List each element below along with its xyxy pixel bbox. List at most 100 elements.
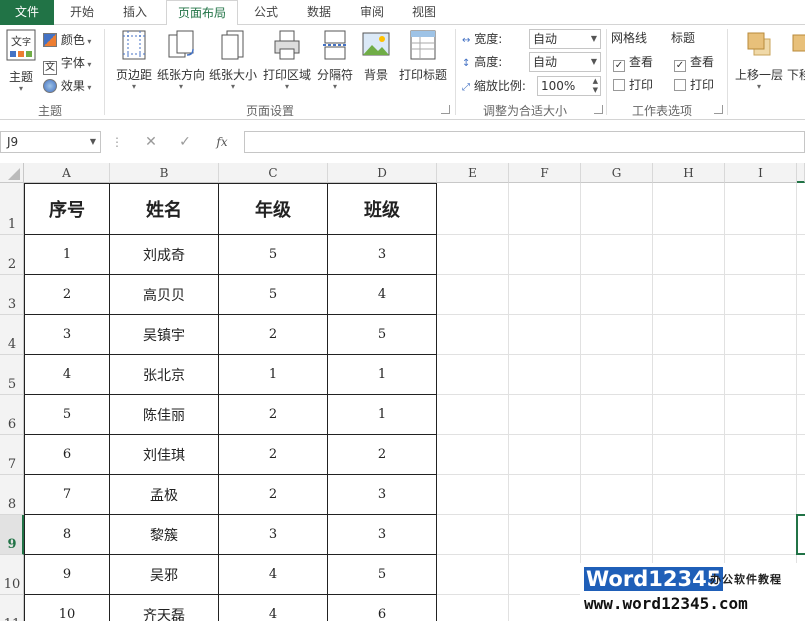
table-cell[interactable]: 张北京 bbox=[110, 355, 219, 395]
theme-colors-button[interactable]: 颜色 ▾ bbox=[43, 30, 91, 50]
table-cell[interactable]: 5 bbox=[328, 555, 437, 595]
column-header-h[interactable]: H bbox=[653, 163, 725, 183]
width-select[interactable]: 自动 ▼ bbox=[529, 29, 601, 49]
table-cell[interactable]: 2 bbox=[219, 395, 328, 435]
margins-button[interactable]: 页边距 ▾ bbox=[112, 29, 156, 91]
table-cell[interactable]: 刘佳琪 bbox=[110, 435, 219, 475]
dialog-launcher-icon[interactable] bbox=[441, 105, 450, 114]
table-cell[interactable]: 2 bbox=[24, 275, 110, 315]
table-cell[interactable]: 3 bbox=[24, 315, 110, 355]
tab-view[interactable]: 视图 bbox=[402, 0, 446, 25]
row-header-5[interactable]: 5 bbox=[0, 355, 24, 395]
table-cell[interactable]: 吴邪 bbox=[110, 555, 219, 595]
tab-file[interactable]: 文件 bbox=[0, 0, 54, 25]
table-cell[interactable]: 3 bbox=[328, 515, 437, 555]
headings-view-checkbox[interactable]: ✓ 查看 bbox=[674, 52, 714, 72]
table-cell[interactable]: 高贝贝 bbox=[110, 275, 219, 315]
dialog-launcher-icon[interactable] bbox=[714, 105, 723, 114]
tab-data[interactable]: 数据 bbox=[296, 0, 342, 25]
page-size-button[interactable]: 纸张大小 ▾ bbox=[208, 29, 258, 91]
table-cell[interactable]: 7 bbox=[24, 475, 110, 515]
row-header-2[interactable]: 2 bbox=[0, 235, 24, 275]
enter-icon[interactable]: ✓ bbox=[172, 131, 198, 153]
background-button[interactable]: 背景 bbox=[358, 29, 394, 83]
select-all-corner[interactable] bbox=[0, 163, 24, 183]
table-cell[interactable]: 3 bbox=[328, 475, 437, 515]
table-cell[interactable]: 4 bbox=[24, 355, 110, 395]
orientation-button[interactable]: 纸张方向 ▾ bbox=[156, 29, 206, 91]
row-header-9[interactable]: 9 bbox=[0, 515, 24, 555]
table-cell[interactable]: 孟极 bbox=[110, 475, 219, 515]
tab-home[interactable]: 开始 bbox=[60, 0, 104, 25]
bring-forward-button[interactable]: 上移一层 ▾ bbox=[733, 29, 785, 91]
insert-function-icon[interactable]: fx bbox=[206, 131, 238, 153]
table-cell[interactable]: 4 bbox=[328, 275, 437, 315]
row-header-11[interactable]: 11 bbox=[0, 595, 24, 621]
print-area-button[interactable]: 打印区域 ▾ bbox=[260, 29, 314, 91]
table-cell[interactable]: 吴镇宇 bbox=[110, 315, 219, 355]
table-cell[interactable]: 2 bbox=[219, 435, 328, 475]
table-cell[interactable]: 2 bbox=[219, 475, 328, 515]
row-header-6[interactable]: 6 bbox=[0, 395, 24, 435]
table-cell[interactable]: 3 bbox=[328, 235, 437, 275]
name-box[interactable]: J9 ▼ bbox=[0, 131, 101, 153]
table-cell[interactable]: 3 bbox=[219, 515, 328, 555]
table-cell[interactable]: 4 bbox=[219, 555, 328, 595]
table-cell[interactable]: 齐天磊 bbox=[110, 595, 219, 621]
table-cell[interactable]: 10 bbox=[24, 595, 110, 621]
worksheet-grid[interactable]: ABCDEFGHI1234567891011序号姓名年级班级1刘成奇532高贝贝… bbox=[0, 163, 805, 621]
table-cell[interactable]: 1 bbox=[328, 355, 437, 395]
table-cell[interactable]: 5 bbox=[24, 395, 110, 435]
table-cell[interactable]: 4 bbox=[219, 595, 328, 621]
headings-print-checkbox[interactable]: 打印 bbox=[674, 75, 714, 95]
column-header-b[interactable]: B bbox=[110, 163, 219, 183]
dialog-launcher-icon[interactable] bbox=[594, 105, 603, 114]
table-cell[interactable]: 5 bbox=[219, 275, 328, 315]
row-header-1[interactable]: 1 bbox=[0, 183, 24, 235]
table-cell[interactable]: 陈佳丽 bbox=[110, 395, 219, 435]
column-header-d[interactable]: D bbox=[328, 163, 437, 183]
table-cell[interactable]: 5 bbox=[328, 315, 437, 355]
tab-page-layout[interactable]: 页面布局 bbox=[166, 0, 238, 26]
row-header-3[interactable]: 3 bbox=[0, 275, 24, 315]
tab-review[interactable]: 审阅 bbox=[350, 0, 394, 25]
column-header-g[interactable]: G bbox=[581, 163, 653, 183]
print-titles-button[interactable]: 打印标题 bbox=[396, 29, 450, 83]
table-header-cell[interactable]: 序号 bbox=[24, 183, 110, 235]
table-cell[interactable]: 2 bbox=[328, 435, 437, 475]
table-cell[interactable]: 5 bbox=[219, 235, 328, 275]
column-header-a[interactable]: A bbox=[24, 163, 110, 183]
gridlines-view-checkbox[interactable]: ✓ 查看 bbox=[613, 52, 653, 72]
active-cell-indicator[interactable] bbox=[796, 514, 805, 555]
row-header-8[interactable]: 8 bbox=[0, 475, 24, 515]
column-header-overflow[interactable] bbox=[797, 163, 805, 183]
column-header-i[interactable]: I bbox=[725, 163, 797, 183]
height-select[interactable]: 自动 ▼ bbox=[529, 52, 601, 72]
table-cell[interactable]: 黎簇 bbox=[110, 515, 219, 555]
column-header-f[interactable]: F bbox=[509, 163, 581, 183]
table-cell[interactable]: 9 bbox=[24, 555, 110, 595]
table-header-cell[interactable]: 年级 bbox=[219, 183, 328, 235]
table-cell[interactable]: 1 bbox=[219, 355, 328, 395]
table-header-cell[interactable]: 班级 bbox=[328, 183, 437, 235]
breaks-button[interactable]: 分隔符 ▾ bbox=[314, 29, 356, 91]
row-header-4[interactable]: 4 bbox=[0, 315, 24, 355]
row-header-7[interactable]: 7 bbox=[0, 435, 24, 475]
table-cell[interactable]: 6 bbox=[24, 435, 110, 475]
scale-spinner[interactable]: 100% ▲ ▼ bbox=[537, 76, 601, 96]
gridlines-print-checkbox[interactable]: 打印 bbox=[613, 75, 653, 95]
themes-button[interactable]: 文 字 主题 ▾ bbox=[3, 29, 39, 93]
send-backward-button[interactable]: 下移 bbox=[787, 29, 805, 83]
theme-effects-button[interactable]: 效果 ▾ bbox=[43, 76, 91, 96]
cancel-icon[interactable]: ✕ bbox=[138, 131, 164, 153]
tab-formulas[interactable]: 公式 bbox=[244, 0, 288, 25]
table-cell[interactable]: 刘成奇 bbox=[110, 235, 219, 275]
column-header-e[interactable]: E bbox=[437, 163, 509, 183]
formula-input[interactable] bbox=[244, 131, 805, 153]
row-header-10[interactable]: 10 bbox=[0, 555, 24, 595]
table-cell[interactable]: 1 bbox=[328, 395, 437, 435]
table-cell[interactable]: 6 bbox=[328, 595, 437, 621]
tab-insert[interactable]: 插入 bbox=[112, 0, 158, 25]
column-header-c[interactable]: C bbox=[219, 163, 328, 183]
table-cell[interactable]: 1 bbox=[24, 235, 110, 275]
